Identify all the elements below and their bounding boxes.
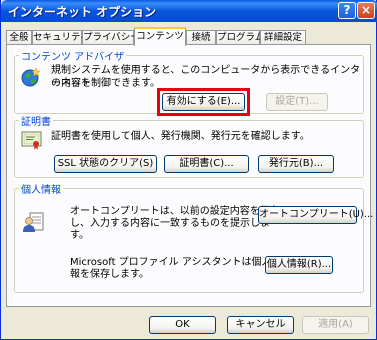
personal-info-legend: 個人情報 — [21, 185, 61, 196]
title-bar[interactable]: インターネット オプション ? × — [1, 0, 377, 22]
personal-info-group: 個人情報 — [14, 181, 364, 293]
tab-security[interactable]: セキュリティ — [32, 30, 89, 45]
help-button[interactable]: ? — [338, 2, 356, 19]
globe-icon — [21, 67, 41, 87]
certificate-icon — [21, 131, 42, 150]
content-advisor-legend: コンテンツ アドバイザ — [21, 52, 125, 63]
close-button[interactable]: × — [357, 2, 375, 19]
highlight-frame — [157, 88, 250, 116]
certificates-description: 証明書を使用して個人、発行機関、発行元を確認します。 — [51, 131, 310, 142]
personal-profile-icon — [23, 212, 44, 232]
tab-content[interactable]: コンテンツ — [134, 27, 186, 46]
apply-button[interactable]: 適用(A) — [302, 316, 369, 334]
tab-programs[interactable]: プログラム — [216, 30, 264, 45]
autocomplete-description-line2: し、入力する内容に一致するものを提示しま — [70, 218, 270, 229]
clear-ssl-state-button[interactable]: SSL 状態のクリア(S) — [54, 155, 157, 173]
autocomplete-button[interactable]: オートコンプリート(U)... — [258, 206, 373, 224]
tab-connections[interactable]: 接続 — [186, 30, 216, 45]
tab-advanced[interactable]: 詳細設定 — [260, 30, 306, 45]
tab-privacy[interactable]: プライバシー — [82, 30, 140, 45]
window-title: インターネット オプション — [8, 5, 157, 19]
certificates-legend: 証明書 — [21, 117, 51, 128]
ok-button[interactable]: OK — [149, 316, 216, 334]
publishers-button[interactable]: 発行元(B)... — [258, 155, 334, 173]
certificates-button[interactable]: 証明書(C)... — [164, 155, 249, 173]
personal-info-button[interactable]: 個人情報(R)... — [265, 256, 333, 274]
content-advisor-description-line2: の内容を制御できます。 — [51, 78, 160, 89]
autocomplete-description-line3: す。 — [70, 230, 89, 241]
internet-options-dialog: インターネット オプション ? × 全般 セキュリティ プライバシー コンテンツ… — [0, 0, 377, 340]
content-tab-panel: コンテンツ アドバイザ 規制システムを使用すると、このコンピュータから表示できる… — [6, 44, 373, 307]
tab-general[interactable]: 全般 — [6, 30, 32, 45]
cancel-button[interactable]: キャンセル — [227, 316, 294, 334]
settings-button[interactable]: 設定(T)... — [266, 93, 328, 111]
profile-assistant-description-line2: 報を保存します。 — [70, 269, 149, 280]
